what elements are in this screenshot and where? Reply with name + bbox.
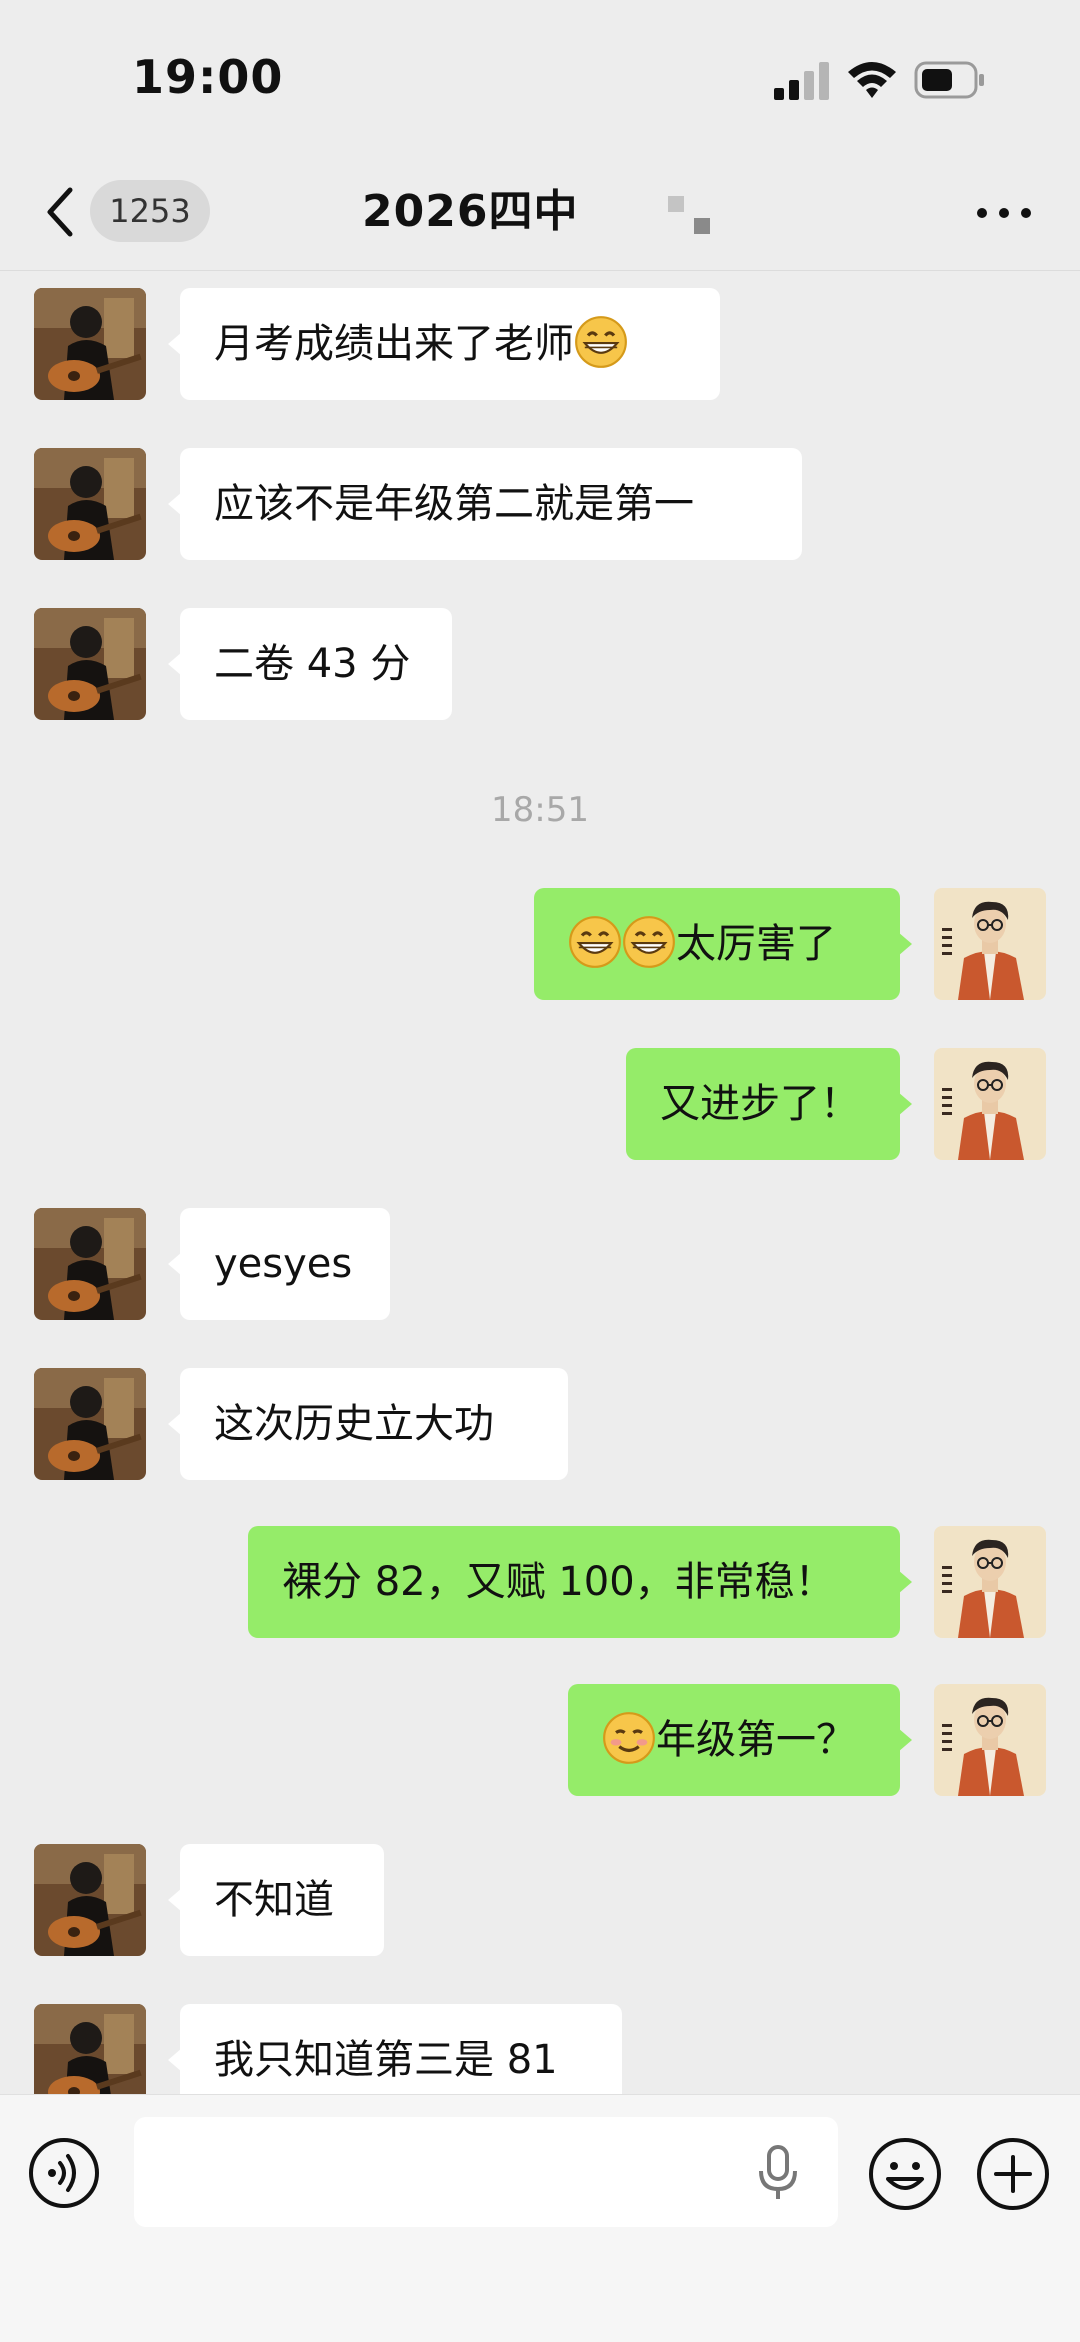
contact-avatar[interactable] <box>34 1368 146 1480</box>
message-text: yesyes <box>214 1241 353 1287</box>
plus-icon[interactable] <box>976 2137 1050 2211</box>
contact-avatar[interactable] <box>34 288 146 400</box>
unread-count-badge[interactable]: 1253 <box>90 180 210 242</box>
message-list[interactable]: 月考成绩出来了老师 应该不是年级第二就是第一 二卷 43 分 18:51 太厉害… <box>0 270 1080 2116</box>
chat-header: 1253 2026四中 <box>0 160 1080 271</box>
message-text: 太厉害了 <box>676 921 836 967</box>
outgoing-message[interactable]: 又进步了！ <box>626 1048 912 1160</box>
contact-avatar[interactable] <box>34 448 146 560</box>
title-redaction <box>668 196 684 212</box>
outgoing-message[interactable]: 太厉害了 <box>534 888 912 1000</box>
grin-emoji-icon <box>574 315 628 369</box>
signal-icon <box>774 62 829 100</box>
message-text: 我只知道第三是 81 <box>214 2037 558 2083</box>
message-input[interactable] <box>134 2117 838 2227</box>
message-text: 月考成绩出来了老师 <box>214 321 574 367</box>
incoming-message[interactable]: yesyes <box>168 1208 390 1320</box>
incoming-message[interactable]: 二卷 43 分 <box>168 608 452 720</box>
message-timestamp: 18:51 <box>491 790 589 830</box>
message-text: 又进步了！ <box>660 1081 860 1127</box>
outgoing-message[interactable]: 年级第一？ <box>568 1684 912 1796</box>
wifi-icon <box>848 62 896 98</box>
my-avatar[interactable] <box>934 888 1046 1000</box>
grin-emoji-icon <box>568 915 622 969</box>
emoji-icon[interactable] <box>868 2137 942 2211</box>
message-text: 应该不是年级第二就是第一 <box>214 481 694 527</box>
incoming-message[interactable]: 应该不是年级第二就是第一 <box>168 448 802 560</box>
more-icon[interactable] <box>974 198 1034 228</box>
contact-avatar[interactable] <box>34 1208 146 1320</box>
chat-title: 2026四中 <box>362 186 579 237</box>
message-text: 年级第一？ <box>656 1717 856 1763</box>
status-time: 19:00 <box>132 50 284 104</box>
message-text: 这次历史立大功 <box>214 1401 494 1447</box>
my-avatar[interactable] <box>934 1048 1046 1160</box>
status-bar: 19:00 <box>0 0 1080 160</box>
my-avatar[interactable] <box>934 1684 1046 1796</box>
grin-emoji-icon <box>622 915 676 969</box>
outgoing-message[interactable]: 裸分 82，又赋 100，非常稳！ <box>248 1526 912 1638</box>
incoming-message[interactable]: 这次历史立大功 <box>168 1368 568 1480</box>
voice-icon[interactable] <box>28 2137 100 2209</box>
incoming-message[interactable]: 月考成绩出来了老师 <box>168 288 720 400</box>
contact-avatar[interactable] <box>34 608 146 720</box>
battery-icon <box>914 61 984 99</box>
my-avatar[interactable] <box>934 1526 1046 1638</box>
message-text: 不知道 <box>214 1877 334 1923</box>
title-redaction <box>694 218 710 234</box>
back-chevron-icon[interactable] <box>40 182 80 242</box>
incoming-message[interactable]: 不知道 <box>168 1844 384 1956</box>
message-text: 二卷 43 分 <box>214 641 411 687</box>
microphone-icon[interactable] <box>756 2145 800 2201</box>
message-text: 裸分 82，又赋 100，非常稳！ <box>282 1559 835 1605</box>
input-bar <box>0 2094 1080 2342</box>
smirk-emoji-icon <box>602 1711 656 1765</box>
contact-avatar[interactable] <box>34 1844 146 1956</box>
